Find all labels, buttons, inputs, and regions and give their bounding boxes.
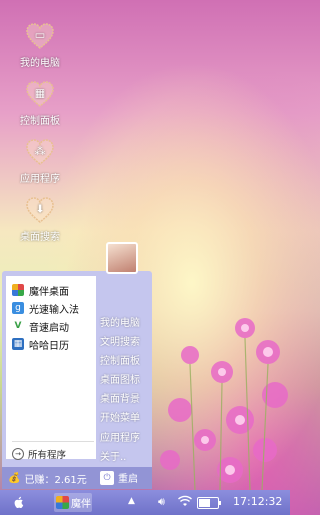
desktop-icon-label: 应用程序 [20, 174, 60, 185]
download-icon: ⬇ [25, 196, 55, 224]
start-menu-app-input-method[interactable]: g 光速输入法 [12, 300, 79, 316]
money-icon: 💰 [8, 473, 21, 484]
control-panel-icon: ▦ [25, 80, 55, 108]
reboot-button[interactable]: ⏻ 重启 [100, 470, 138, 485]
menu-item-my-computer[interactable]: 我的电脑 [100, 314, 140, 329]
launcher-icon: V [12, 320, 24, 332]
menu-item-desktop-background[interactable]: 桌面背景 [100, 390, 140, 405]
desktop-icon-my-computer[interactable]: ▭ 我的电脑 [8, 22, 72, 69]
desktop-icon-control-panel[interactable]: ▦ 控制面板 [8, 80, 72, 127]
app-label: 音速启动 [29, 322, 69, 334]
start-menu-apps-panel: 魔伴桌面 g 光速输入法 V 音速启动 ▦ 哈哈日历 → 所有程序 [6, 276, 96, 461]
battery-icon[interactable] [197, 497, 221, 509]
app-label: 哈哈日历 [29, 340, 69, 352]
all-programs-button[interactable]: → 所有程序 [12, 447, 66, 461]
start-menu-app-moban[interactable]: 魔伴桌面 [12, 282, 69, 298]
user-avatar[interactable] [106, 242, 138, 274]
desktop-icon-label: 控制面板 [20, 116, 60, 127]
input-method-icon: g [12, 302, 24, 314]
taskbar: 魔伴 ▲ 🔊︎ 17:12:32 [0, 490, 290, 515]
desktop-icon-label: 我的电脑 [20, 58, 60, 69]
clock[interactable]: 17:12:32 [233, 495, 282, 508]
tray-expand-icon[interactable]: ▲ [128, 496, 135, 506]
taskbar-app-label: 魔伴 [71, 499, 91, 510]
app-label: 魔伴桌面 [29, 286, 69, 298]
desktop-icon-search[interactable]: ⬇ 桌面搜索 [8, 196, 72, 243]
flowers-wallpaper-decoration [160, 318, 288, 490]
taskbar-app-moban[interactable]: 魔伴 [54, 493, 92, 512]
volume-icon[interactable]: 🔊︎ [158, 495, 165, 509]
power-icon: ⏻ [100, 470, 114, 485]
menu-item-search[interactable]: 文明搜索 [100, 333, 140, 348]
moban-desktop-icon [12, 284, 24, 296]
apple-start-icon[interactable] [11, 495, 25, 509]
all-programs-label: 所有程序 [28, 450, 67, 461]
menu-item-start-menu[interactable]: 开始菜单 [100, 409, 140, 424]
arrow-right-icon: → [12, 448, 24, 460]
desktop-icon-apps[interactable]: ⁂ 应用程序 [8, 138, 72, 185]
menu-item-about[interactable]: 关于.. [100, 448, 126, 463]
desktop-icon-label: 桌面搜索 [20, 232, 60, 243]
battery-level [199, 499, 210, 507]
menu-item-applications[interactable]: 应用程序 [100, 429, 140, 444]
computer-icon: ▭ [25, 22, 55, 50]
wifi-icon[interactable] [178, 495, 192, 510]
apps-icon: ⁂ [25, 138, 55, 166]
earnings-display: 💰 已赚：2.61元 [8, 471, 87, 486]
reboot-label: 重启 [118, 474, 138, 485]
earnings-text: 已赚：2.61元 [24, 475, 87, 486]
menu-item-control-panel[interactable]: 控制面板 [100, 352, 140, 367]
menu-item-desktop-icons[interactable]: 桌面图标 [100, 371, 140, 386]
divider [12, 441, 94, 442]
calendar-icon: ▦ [12, 338, 24, 350]
app-label: 光速输入法 [29, 304, 79, 316]
moban-icon [56, 496, 69, 509]
start-menu-app-launcher[interactable]: V 音速启动 [12, 318, 69, 334]
start-menu-footer: 💰 已赚：2.61元 ⏻ 重启 [2, 467, 152, 489]
start-menu-app-calendar[interactable]: ▦ 哈哈日历 [12, 336, 69, 352]
